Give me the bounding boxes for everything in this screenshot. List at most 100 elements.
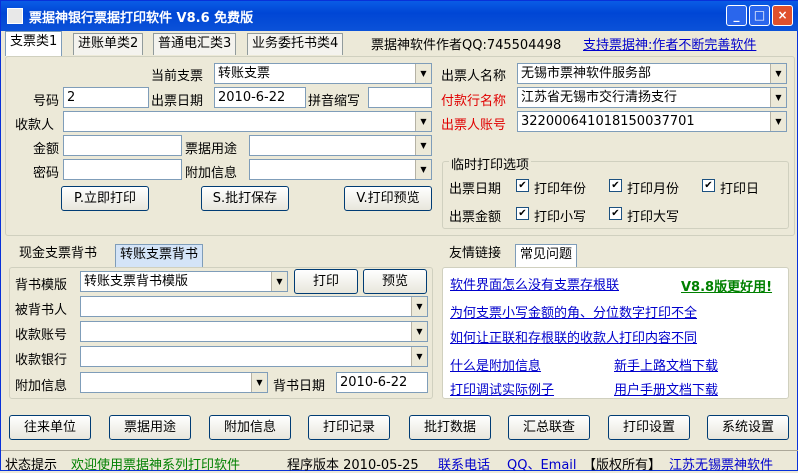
app-window: 票据神银行票据打印软件 V8.6 免费版 _ □ × 支票类1 进账单类2 普通… <box>0 0 798 473</box>
print-preview-button[interactable]: V.打印预览 <box>344 186 432 211</box>
pinyin-input[interactable] <box>368 87 432 108</box>
pinyin-label: 拼音缩写 <box>308 94 361 109</box>
tab-check[interactable]: 支票类1 <box>5 31 63 56</box>
endorse-print-button[interactable]: 打印 <box>294 269 358 294</box>
number-input[interactable]: 2 <box>63 87 149 108</box>
current-check-select[interactable]: 转账支票 ▼ <box>214 63 432 84</box>
print-day-checkbox[interactable]: ✔ <box>702 179 715 192</box>
password-input[interactable] <box>63 159 182 180</box>
faq-link-2[interactable]: 为何支票小写金额的角、分位数字打印不全 <box>450 302 697 321</box>
contact-phone: 联系电话 <box>438 458 491 473</box>
tab-faq[interactable]: 常见问题 <box>515 244 578 268</box>
chevron-down-icon: ▼ <box>770 88 786 107</box>
payee-label: 收款人 <box>15 118 55 133</box>
tab-wire[interactable]: 普通电汇类3 <box>153 33 237 55</box>
endorse-bank-select[interactable]: ▼ <box>80 346 428 367</box>
print-date-label: 出票日期 <box>449 182 502 197</box>
print-big-checkbox[interactable]: ✔ <box>609 207 622 220</box>
tab-cash-endorse[interactable]: 现金支票背书 <box>15 244 102 266</box>
support-link[interactable]: 支持票据神:作者不断完善软件 <box>583 34 756 53</box>
tab-deposit[interactable]: 进账单类2 <box>73 33 144 55</box>
status-bar: 状态提示 欢迎使用票据神系列打印软件 程序版本 2010-05-25 联系电话 … <box>1 450 798 473</box>
print-log-button[interactable]: 打印记录 <box>308 415 390 440</box>
chevron-down-icon: ▼ <box>411 322 427 341</box>
password-label: 密码 <box>33 166 60 181</box>
amount-label: 金额 <box>33 142 60 157</box>
chevron-down-icon: ▼ <box>415 64 431 83</box>
status-label: 状态提示 <box>5 458 58 473</box>
print-small-label: 打印小写 <box>534 210 587 225</box>
payee-select[interactable]: ▼ <box>63 111 432 132</box>
amount-input[interactable] <box>63 135 182 156</box>
endorse-bank-label: 收款银行 <box>15 353 68 368</box>
number-label: 号码 <box>33 94 60 109</box>
author-label: 票据神软件作者QQ:745504498 <box>371 38 562 53</box>
endorse-template-label: 背书模版 <box>15 278 68 293</box>
usage-label: 票据用途 <box>185 142 238 157</box>
print-amount-label: 出票金额 <box>449 210 502 225</box>
endorse-template-select[interactable]: 转账支票背书模版 ▼ <box>80 271 288 292</box>
extra-select[interactable]: ▼ <box>249 159 432 180</box>
usage-button[interactable]: 票据用途 <box>109 415 191 440</box>
paying-bank-label: 付款行名称 <box>441 94 507 109</box>
chevron-down-icon: ▼ <box>411 297 427 316</box>
company-name: 江苏无锡票神软件 <box>669 458 774 473</box>
minimize-button[interactable]: _ <box>726 5 747 26</box>
drawer-account-select[interactable]: 322000641018150037701 ▼ <box>517 111 787 132</box>
endorsee-select[interactable]: ▼ <box>80 296 428 317</box>
status-message: 欢迎使用票据神系列打印软件 <box>71 458 241 473</box>
tab-transfer-endorse[interactable]: 转账支票背书 <box>115 244 204 268</box>
extra-label: 附加信息 <box>185 166 238 181</box>
maximize-button[interactable]: □ <box>749 5 770 26</box>
close-button[interactable]: × <box>772 5 793 26</box>
window-title: 票据神银行票据打印软件 V8.6 免费版 <box>29 11 254 26</box>
endorse-preview-button[interactable]: 预览 <box>363 269 427 294</box>
download-manual-link[interactable]: 用户手册文档下载 <box>614 379 718 398</box>
chevron-down-icon: ▼ <box>415 160 431 179</box>
usage-select[interactable]: ▼ <box>249 135 432 156</box>
extra-info-button[interactable]: 附加信息 <box>209 415 291 440</box>
print-day-label: 打印日 <box>720 182 760 197</box>
copyright: 【版权所有】 <box>583 458 662 473</box>
faq-link-1[interactable]: 软件界面怎么没有支票存根联 <box>450 274 619 293</box>
temp-print-title: 临时打印选项 <box>449 154 532 173</box>
endorsee-label: 被背书人 <box>15 303 68 318</box>
endorse-account-label: 收款账号 <box>15 328 68 343</box>
chevron-down-icon: ▼ <box>415 136 431 155</box>
program-version: 程序版本 2010-05-25 <box>287 458 419 473</box>
chevron-down-icon: ▼ <box>770 64 786 83</box>
print-year-checkbox[interactable]: ✔ <box>516 179 529 192</box>
endorse-date-input[interactable]: 2010-6-22 <box>336 372 428 393</box>
print-month-checkbox[interactable]: ✔ <box>609 179 622 192</box>
summary-button[interactable]: 汇总联查 <box>508 415 590 440</box>
title-bar: 票据神银行票据打印软件 V8.6 免费版 _ □ × <box>1 1 798 31</box>
app-icon <box>7 8 23 24</box>
faq-link-5[interactable]: 打印调试实际例子 <box>450 379 554 398</box>
system-settings-button[interactable]: 系统设置 <box>707 415 789 440</box>
endorse-account-select[interactable]: ▼ <box>80 321 428 342</box>
chevron-down-icon: ▼ <box>251 373 267 392</box>
partners-button[interactable]: 往来单位 <box>9 415 91 440</box>
paying-bank-select[interactable]: 江苏省无锡市交行清扬支行 ▼ <box>517 87 787 108</box>
print-small-checkbox[interactable]: ✔ <box>516 207 529 220</box>
endorse-date-label: 背书日期 <box>273 379 326 394</box>
download-beginner-link[interactable]: 新手上路文档下载 <box>614 355 718 374</box>
batch-data-button[interactable]: 批打数据 <box>409 415 491 440</box>
version-link[interactable]: V8.8版更好用! <box>681 276 772 295</box>
tab-friend-links[interactable]: 友情链接 <box>445 244 506 266</box>
date-label: 出票日期 <box>151 94 204 109</box>
faq-link-3[interactable]: 如何让正联和存根联的收款人打印内容不同 <box>450 327 697 346</box>
chevron-down-icon: ▼ <box>770 112 786 131</box>
batch-save-button[interactable]: S.批打保存 <box>201 186 289 211</box>
endorse-extra-label: 附加信息 <box>15 379 68 394</box>
endorse-extra-select[interactable]: ▼ <box>80 372 268 393</box>
chevron-down-icon: ▼ <box>411 347 427 366</box>
print-settings-button[interactable]: 打印设置 <box>608 415 690 440</box>
tab-business[interactable]: 业务委托书类4 <box>247 33 344 55</box>
drawer-account-label: 出票人账号 <box>441 118 507 133</box>
faq-link-4[interactable]: 什么是附加信息 <box>450 355 541 374</box>
print-now-button[interactable]: P.立即打印 <box>61 186 149 211</box>
print-year-label: 打印年份 <box>534 182 587 197</box>
date-input[interactable]: 2010-6-22 <box>214 87 306 108</box>
drawer-name-select[interactable]: 无锡市票神软件服务部 ▼ <box>517 63 787 84</box>
